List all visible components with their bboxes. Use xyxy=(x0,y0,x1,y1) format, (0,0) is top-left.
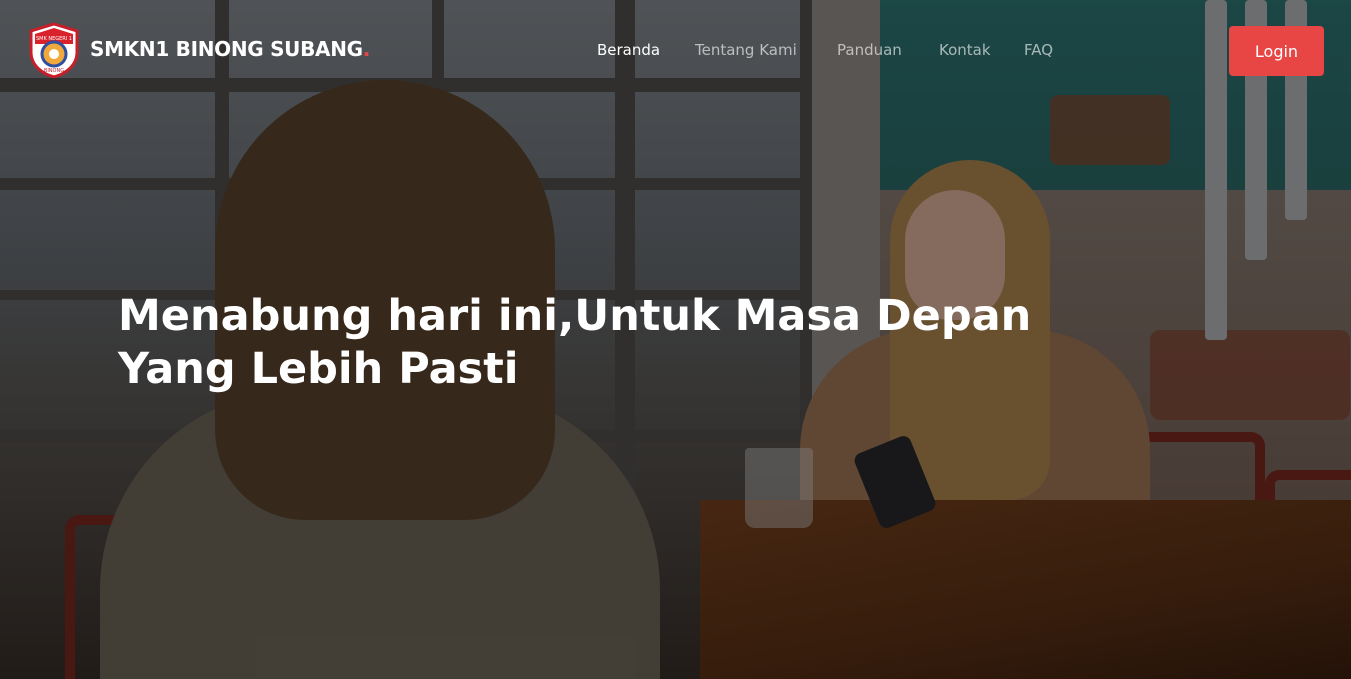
nav-item-kontak[interactable]: Kontak xyxy=(939,41,991,59)
logo-text-bottom: BINONG xyxy=(44,68,64,74)
hero-headline: Menabung hari ini,Untuk Masa Depan Yang … xyxy=(118,290,1058,396)
hero-headline-line1: Menabung hari ini,Untuk Masa Depan xyxy=(118,291,1032,341)
brand-dot: . xyxy=(362,37,371,61)
top-navbar: SMK NEGERI 1 BINONG SMKN1 BINONG SUBANG.… xyxy=(0,0,1351,100)
brand-name[interactable]: SMKN1 BINONG SUBANG. xyxy=(90,37,370,61)
nav-item-beranda[interactable]: Beranda xyxy=(597,41,660,59)
login-button[interactable]: Login xyxy=(1229,26,1324,76)
nav-item-faq[interactable]: FAQ xyxy=(1024,41,1053,59)
logo-text-top: SMK NEGERI 1 xyxy=(36,36,72,42)
hero-headline-line2: Yang Lebih Pasti xyxy=(118,344,519,394)
brand-text: SMKN1 BINONG SUBANG xyxy=(90,37,363,61)
school-crest-icon[interactable]: SMK NEGERI 1 BINONG xyxy=(27,22,81,79)
nav-item-panduan[interactable]: Panduan xyxy=(837,41,902,59)
nav-item-tentang-kami[interactable]: Tentang Kami xyxy=(695,41,797,59)
